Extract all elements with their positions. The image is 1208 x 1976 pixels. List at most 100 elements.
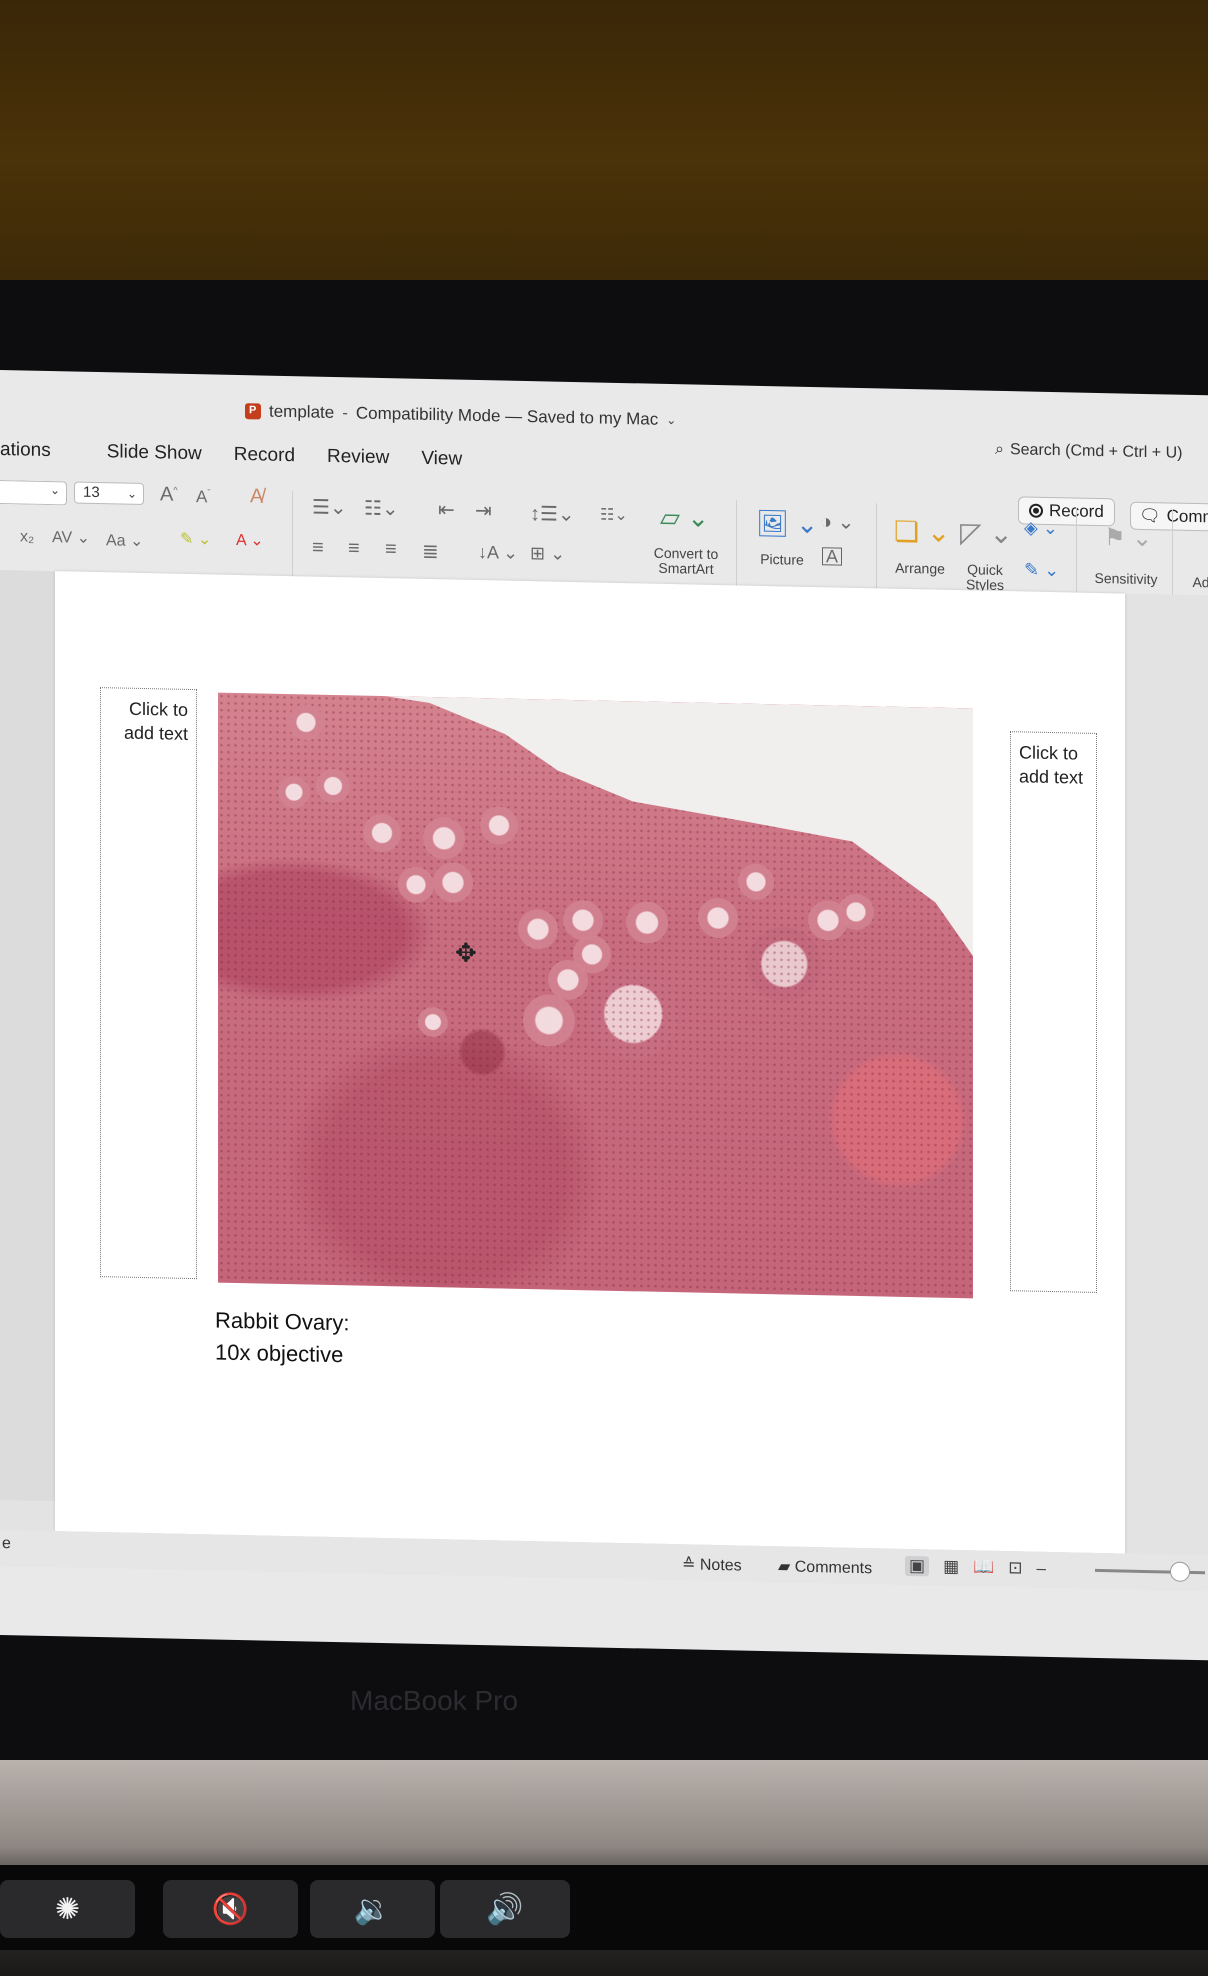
follicle (563, 899, 603, 941)
sensitivity-label[interactable]: Sensitivity (1088, 570, 1164, 588)
follicle (316, 768, 350, 804)
font-name-dropdown[interactable]: ⌄ (0, 480, 67, 506)
volume-up-icon[interactable]: 🔊 (440, 1880, 570, 1938)
follicle (523, 993, 575, 1048)
ribbon-separator (292, 491, 293, 582)
tab-slide-show[interactable]: Slide Show (67, 433, 218, 472)
follicle (626, 901, 668, 944)
tab-review[interactable]: Review (311, 439, 405, 477)
shapes-icon[interactable]: ◑ ⌄ (820, 509, 854, 535)
tab-animations[interactable]: ations (0, 432, 67, 469)
quick-styles-label[interactable]: Quick Styles (955, 561, 1015, 593)
numbering-icon[interactable]: ☷⌄ (364, 496, 399, 522)
clear-formatting-icon[interactable]: A̸ (250, 485, 263, 508)
volume-down-icon[interactable]: 🔉 (310, 1880, 435, 1938)
line-spacing-icon[interactable]: ↕☰⌄ (530, 501, 575, 527)
slide-caption[interactable]: Rabbit Ovary: 10x objective (215, 1305, 350, 1372)
character-spacing-icon[interactable]: AV ⌄ (52, 527, 90, 548)
chevron-down-icon[interactable]: ⌄ (666, 413, 676, 427)
ribbon-separator (1076, 507, 1077, 598)
increase-indent-icon[interactable]: ⇥ (475, 498, 492, 523)
sensitivity-icon[interactable]: ⚑ ⌄ (1104, 523, 1152, 553)
convert-smartart-label[interactable]: Convert to SmartArt (646, 545, 726, 578)
follicle (433, 862, 473, 903)
view-switcher: ▣ ▦ 📖 ⊡ – (905, 1555, 1046, 1579)
follicle (738, 863, 774, 901)
window-title: template - Compatibility Mode — Saved to… (245, 401, 676, 430)
justify-icon[interactable]: ≣ (422, 539, 439, 564)
reading-view-icon[interactable]: 📖 (973, 1557, 994, 1577)
follicle (288, 704, 324, 741)
bullets-icon[interactable]: ☰⌄ (312, 495, 347, 521)
follicle (363, 813, 401, 853)
search-icon: ⌕ (995, 440, 1004, 459)
powerpoint-icon (245, 403, 261, 420)
ribbon-separator (876, 503, 877, 594)
picture-label[interactable]: Picture (752, 551, 812, 568)
shape-outline-icon[interactable]: ✎ ⌄ (1024, 559, 1059, 581)
follicle (838, 893, 874, 931)
columns-icon[interactable]: ☷⌄ (600, 505, 628, 526)
arrange-icon[interactable]: ❏ ⌄ (894, 515, 950, 549)
decrease-indent-icon[interactable]: ⇤ (438, 497, 455, 522)
search-box[interactable]: ⌕ Search (Cmd + Ctrl + U) (995, 441, 1182, 463)
follicle (398, 866, 434, 904)
tab-record[interactable]: Record (218, 437, 311, 475)
slide-sorter-icon[interactable]: ▦ (943, 1557, 959, 1577)
align-center-icon[interactable]: ≡ (348, 537, 360, 560)
tab-view[interactable]: View (405, 440, 478, 478)
left-text-placeholder[interactable]: Click to add text (100, 687, 197, 1280)
follicle (418, 1006, 448, 1038)
chevron-down-icon: ⌄ (49, 483, 60, 498)
font-size-value: 13 (83, 483, 100, 502)
add-ins-label[interactable]: Ad (1186, 574, 1208, 591)
quick-styles-icon[interactable]: ◸ ⌄ (960, 516, 1013, 550)
search-placeholder: Search (Cmd + Ctrl + U) (1009, 441, 1183, 462)
normal-view-icon[interactable]: ▣ (905, 1555, 930, 1577)
follicle (518, 908, 558, 950)
brightness-icon[interactable]: ✺ (0, 1880, 135, 1938)
slideshow-view-icon[interactable]: ⊡ (1008, 1558, 1022, 1578)
change-case-icon[interactable]: Aa ⌄ (106, 530, 143, 551)
caption-line-1: Rabbit Ovary: (215, 1307, 350, 1336)
ribbon-tabs: ations Slide Show Record Review View (0, 432, 478, 478)
align-left-icon[interactable]: ≡ (312, 537, 324, 560)
smartart-icon[interactable]: ▱ ⌄ (660, 502, 709, 534)
notes-label: Notes (699, 1556, 742, 1575)
thumbnail-panel[interactable] (0, 570, 58, 1502)
slide[interactable]: Click to add text Click to add text Rabb… (55, 571, 1125, 1554)
text-direction-icon[interactable]: ↓A ⌄ (478, 542, 518, 564)
notes-button[interactable]: ≙ Notes (682, 1554, 742, 1575)
arrange-label[interactable]: Arrange (888, 560, 952, 577)
status-left-text: e (2, 1535, 11, 1553)
save-status[interactable]: Compatibility Mode — Saved to my Mac (356, 403, 658, 429)
follicle (480, 806, 518, 845)
highlight-icon[interactable]: ✎ ⌄ (180, 529, 211, 550)
right-text-placeholder[interactable]: Click to add text (1010, 731, 1097, 1293)
font-size-dropdown[interactable]: 13 ⌄ (74, 481, 144, 506)
comment-icon: ▰ (778, 1558, 795, 1576)
text-box-icon[interactable]: A (822, 546, 843, 567)
follicle (423, 816, 465, 860)
comments-status-button[interactable]: ▰ Comments (778, 1556, 872, 1578)
device-label: MacBook Pro (350, 1685, 519, 1716)
document-name: template (269, 401, 335, 423)
move-cursor-icon: ✥ (455, 937, 477, 968)
powerpoint-window: template - Compatibility Mode — Saved to… (0, 370, 1208, 1661)
ribbon-separator (1172, 509, 1173, 600)
ovary-micrograph[interactable] (218, 692, 973, 1299)
align-right-icon[interactable]: ≡ (385, 538, 397, 561)
align-text-icon[interactable]: ⊞ ⌄ (530, 543, 565, 565)
shape-fill-icon[interactable]: ◈ ⌄ (1024, 517, 1058, 539)
follicle (278, 775, 310, 809)
comments-status-label: Comments (794, 1558, 873, 1578)
increase-font-size-icon[interactable]: A^ (160, 483, 178, 506)
picture-icon[interactable]: 🖼 ⌄ (756, 508, 818, 540)
decrease-font-size-icon[interactable]: Aˇ (196, 487, 210, 507)
zoom-out-icon[interactable]: – (1037, 1559, 1046, 1579)
subscript-icon[interactable]: x₂ (20, 528, 34, 546)
mute-icon[interactable]: 🔇 (163, 1880, 298, 1938)
chevron-down-icon: ⌄ (126, 486, 137, 501)
font-color-icon[interactable]: A ⌄ (236, 530, 264, 551)
zoom-slider-handle[interactable] (1170, 1561, 1190, 1582)
